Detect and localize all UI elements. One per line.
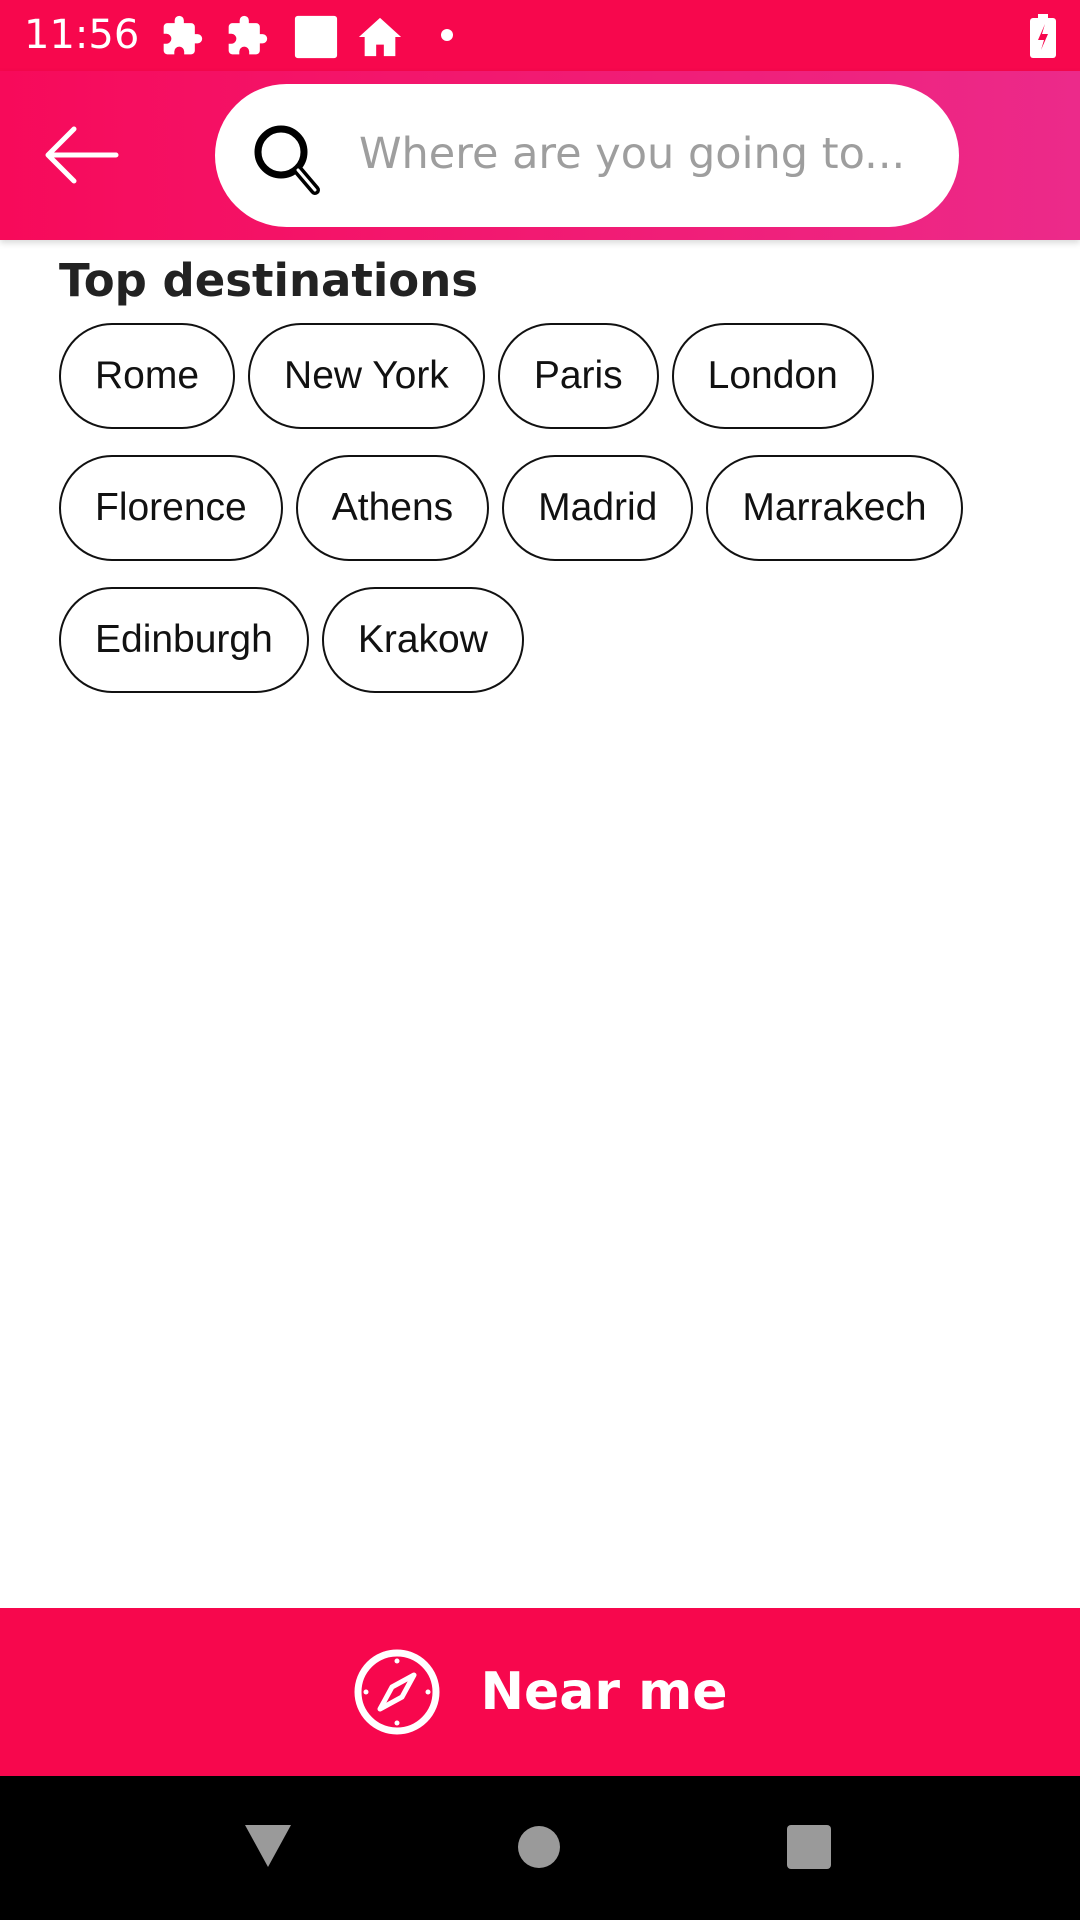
app-header bbox=[0, 71, 1080, 240]
chip-florence[interactable]: Florence bbox=[59, 455, 283, 561]
battery-charging-icon bbox=[1030, 14, 1056, 58]
chip-london[interactable]: London bbox=[671, 323, 874, 429]
status-time: 11:56 bbox=[24, 12, 140, 58]
search-icon bbox=[254, 125, 320, 195]
chip-rome[interactable]: Rome bbox=[59, 323, 236, 429]
dot-icon bbox=[441, 29, 453, 41]
near-me-label: Near me bbox=[480, 1662, 728, 1722]
puzzle-icon bbox=[228, 15, 268, 55]
search-bar[interactable] bbox=[215, 84, 959, 227]
chip-paris[interactable]: Paris bbox=[497, 323, 659, 429]
chip-edinburgh[interactable]: Edinburgh bbox=[59, 587, 309, 693]
compass-icon bbox=[354, 1649, 440, 1735]
arrow-left-icon[interactable] bbox=[44, 123, 120, 187]
destination-chips: Rome New York Paris London Florence Athe… bbox=[59, 323, 1039, 693]
square-icon bbox=[294, 15, 338, 59]
chip-madrid[interactable]: Madrid bbox=[502, 455, 694, 561]
chip-marrakech[interactable]: Marrakech bbox=[706, 455, 963, 561]
home-circle-icon[interactable] bbox=[517, 1825, 561, 1869]
system-nav-bar bbox=[0, 1776, 1080, 1920]
recents-square-icon[interactable] bbox=[787, 1825, 831, 1869]
chip-new-york[interactable]: New York bbox=[248, 323, 485, 429]
home-icon bbox=[358, 17, 402, 57]
back-triangle-icon[interactable] bbox=[243, 1823, 293, 1869]
status-bar: 11:56 bbox=[0, 0, 1080, 71]
puzzle-icon bbox=[163, 15, 203, 55]
chip-athens[interactable]: Athens bbox=[295, 455, 490, 561]
chip-krakow[interactable]: Krakow bbox=[321, 587, 524, 693]
near-me-button[interactable]: Near me bbox=[0, 1608, 1080, 1776]
search-input[interactable] bbox=[359, 114, 919, 194]
section-title: Top destinations bbox=[59, 254, 479, 307]
